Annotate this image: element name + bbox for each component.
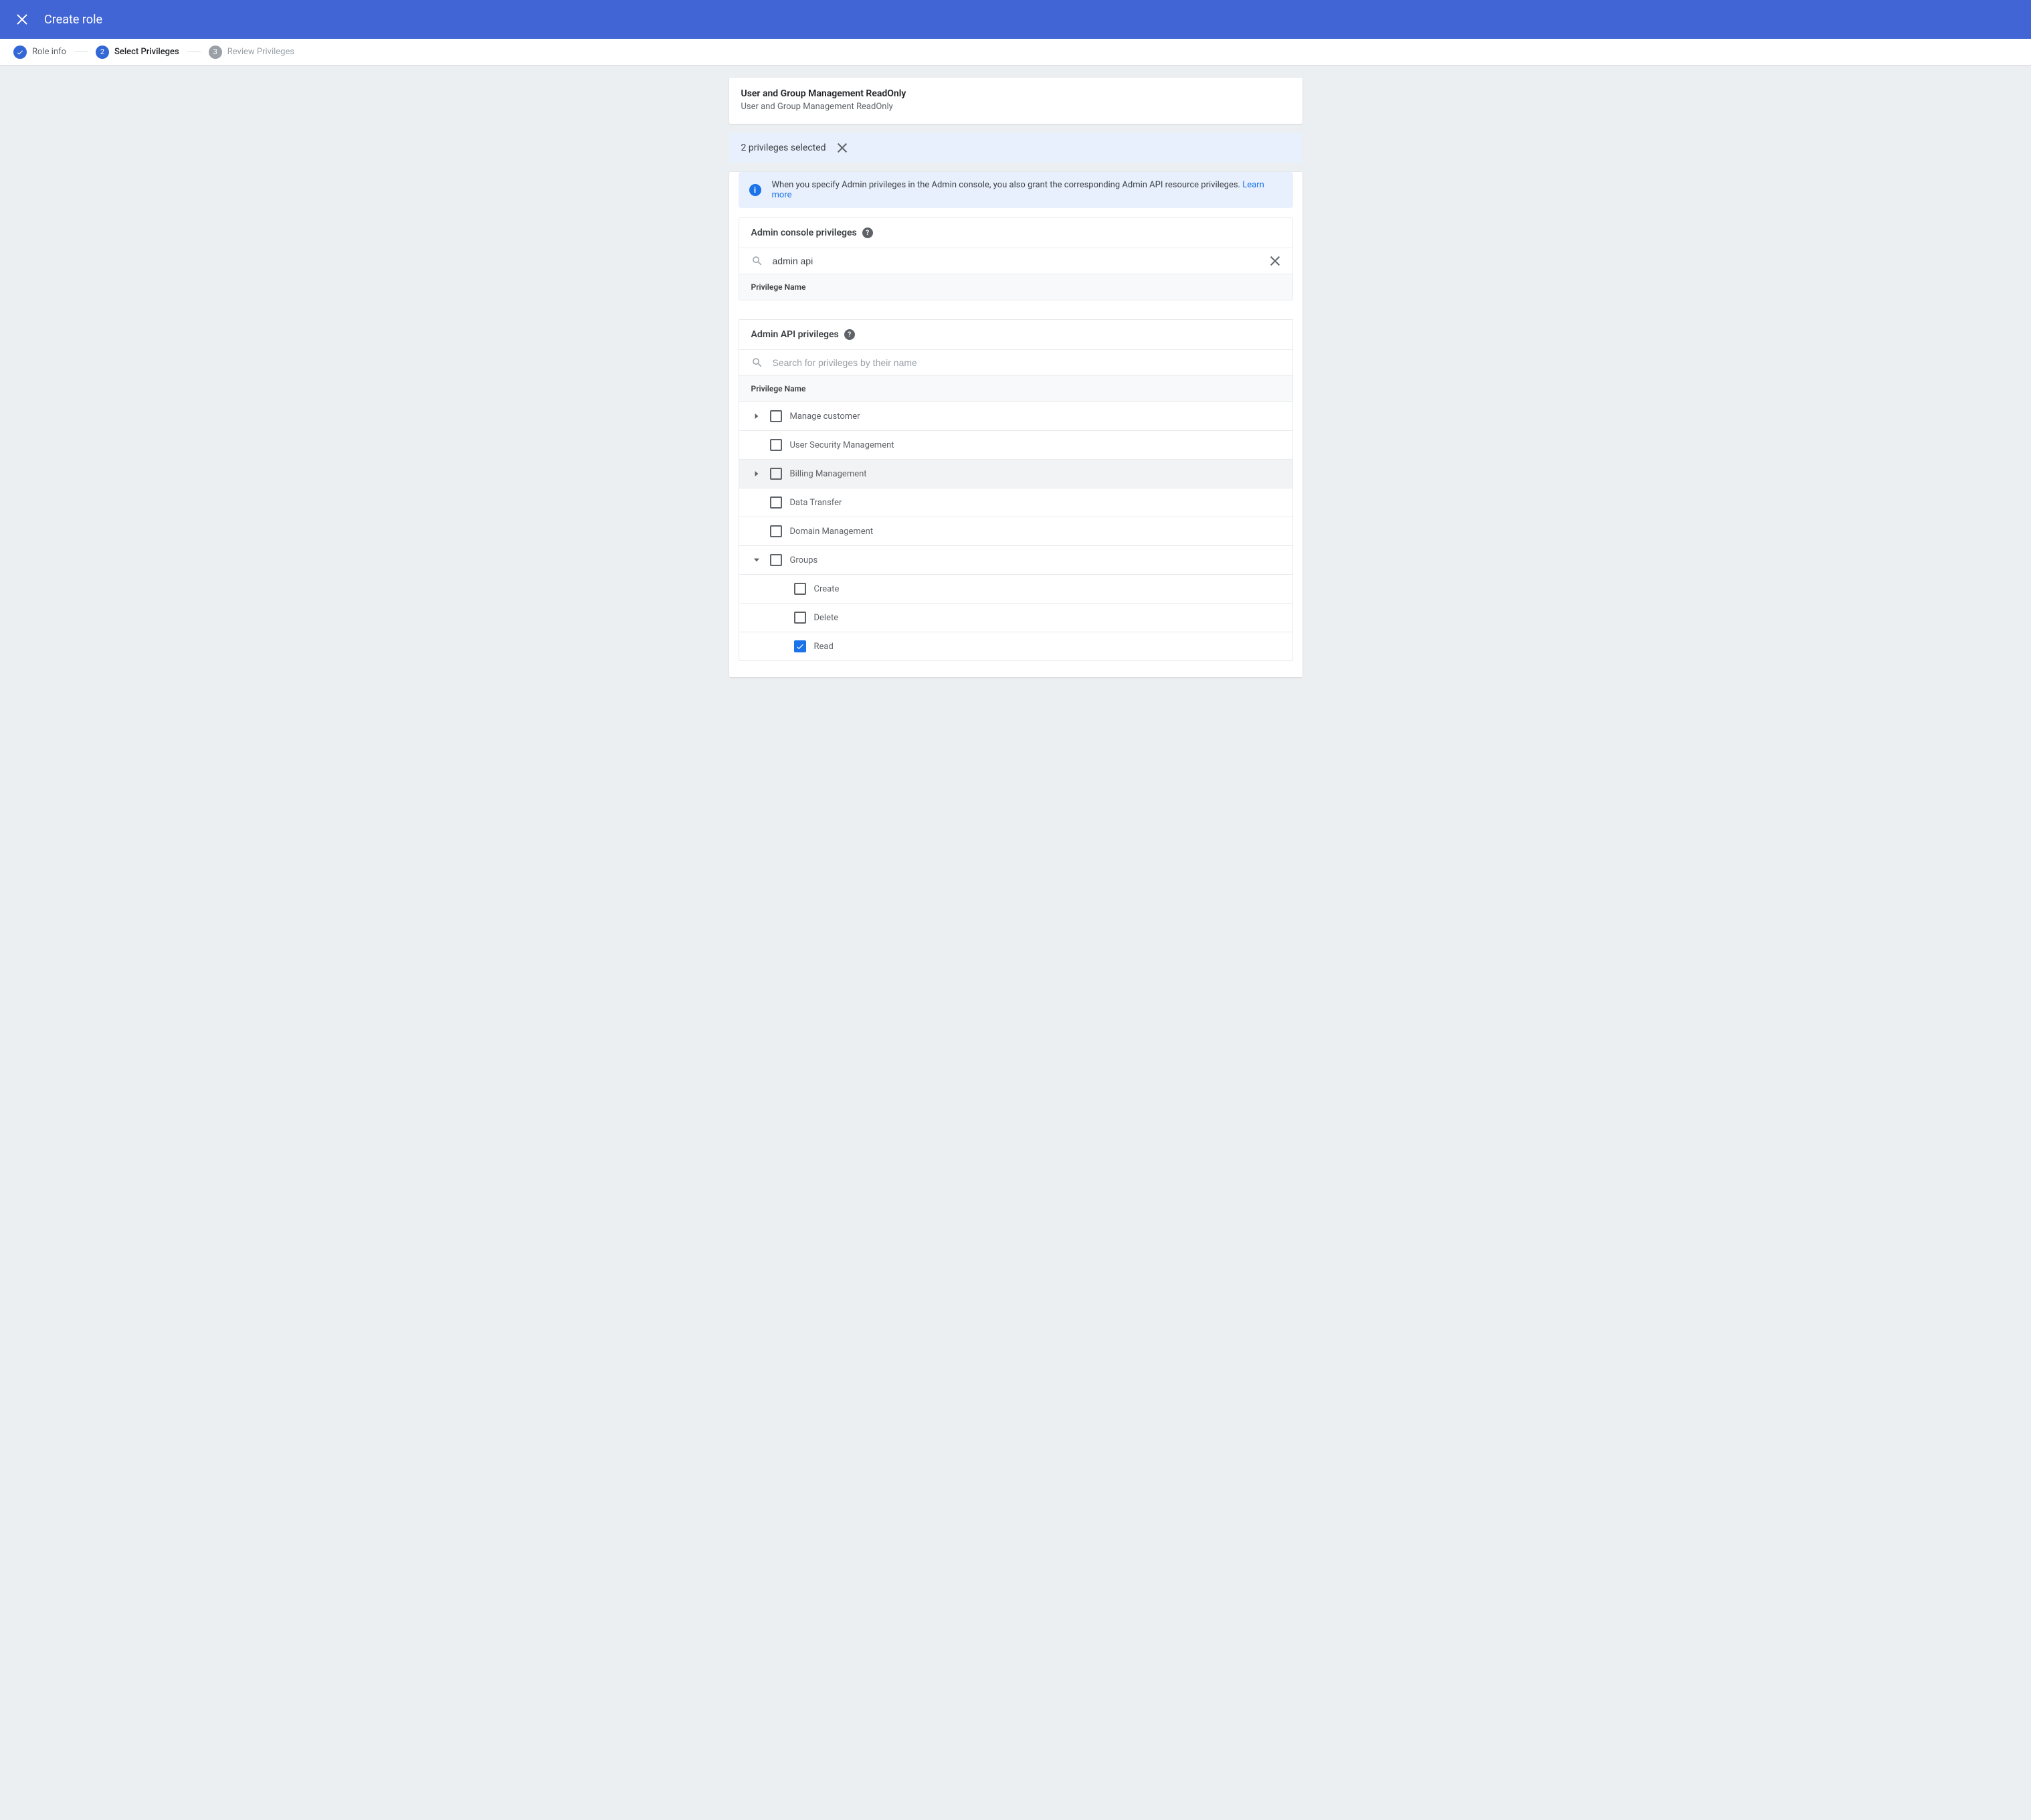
step-label: Role info (32, 47, 66, 57)
step-select-privileges[interactable]: 2 Select Privileges (96, 46, 179, 59)
privilege-label: Read (814, 642, 834, 652)
role-name: User and Group Management ReadOnly (741, 88, 1290, 99)
info-banner: When you specify Admin privileges in the… (739, 172, 1293, 208)
stepper: Role info 2 Select Privileges 3 Review P… (0, 39, 2031, 66)
privilege-checkbox[interactable] (770, 410, 782, 422)
privilege-label: Data Transfer (790, 498, 842, 508)
search-icon (751, 357, 763, 369)
info-text: When you specify Admin privileges in the… (772, 180, 1243, 190)
chevron-down-icon[interactable] (751, 555, 762, 565)
step-number-icon: 3 (209, 46, 222, 59)
privilege-checkbox[interactable] (794, 640, 806, 652)
privilege-checkbox[interactable] (770, 496, 782, 509)
privilege-checkbox[interactable] (770, 439, 782, 451)
privilege-checkbox[interactable] (794, 583, 806, 595)
column-header: Privilege Name (739, 274, 1292, 300)
console-search-row (739, 248, 1292, 274)
privilege-label: Billing Management (790, 469, 867, 479)
api-privilege-list: Manage customer User Security Management B… (739, 402, 1292, 660)
privilege-checkbox[interactable] (770, 468, 782, 480)
selection-count: 2 privileges selected (741, 143, 826, 153)
chevron-right-icon[interactable] (751, 468, 762, 479)
console-privileges-section: Admin console privileges Privilege Name (739, 217, 1293, 300)
step-number-icon: 2 (96, 46, 109, 59)
api-search-row (739, 350, 1292, 376)
privilege-label: Manage customer (790, 412, 860, 422)
privilege-checkbox[interactable] (770, 554, 782, 566)
privilege-checkbox[interactable] (794, 612, 806, 624)
console-search-input[interactable] (773, 256, 1260, 266)
privilege-row[interactable]: Domain Management (739, 517, 1292, 546)
privilege-row[interactable]: User Security Management (739, 431, 1292, 460)
privileges-card: When you specify Admin privileges in the… (729, 172, 1302, 677)
page-title: Create role (44, 13, 102, 27)
privilege-row[interactable]: Manage customer (739, 402, 1292, 431)
step-review-privileges[interactable]: 3 Review Privileges (209, 46, 294, 59)
help-icon[interactable] (862, 227, 873, 238)
privilege-label: Groups (790, 555, 818, 565)
step-role-info[interactable]: Role info (13, 46, 66, 59)
selection-bar: 2 privileges selected (729, 133, 1302, 163)
api-section-title: Admin API privileges (751, 329, 839, 340)
privilege-checkbox[interactable] (770, 525, 782, 537)
api-privileges-section: Admin API privileges Privilege Name Mana… (739, 319, 1293, 661)
clear-selection-icon[interactable] (837, 143, 848, 153)
role-description: User and Group Management ReadOnly (741, 102, 1290, 112)
privilege-row[interactable]: Read (739, 632, 1292, 660)
privilege-row[interactable]: Create (739, 575, 1292, 604)
privilege-row[interactable]: Data Transfer (739, 488, 1292, 517)
console-section-title: Admin console privileges (751, 227, 857, 238)
search-icon (751, 255, 763, 267)
close-icon[interactable] (16, 13, 28, 25)
help-icon[interactable] (844, 329, 855, 340)
clear-search-icon[interactable] (1270, 256, 1280, 266)
step-label: Select Privileges (114, 47, 179, 57)
privilege-label: Delete (814, 613, 839, 623)
column-header: Privilege Name (739, 376, 1292, 402)
privilege-label: User Security Management (790, 440, 894, 450)
role-header-card: User and Group Management ReadOnly User … (729, 78, 1302, 124)
privilege-row[interactable]: Billing Management (739, 460, 1292, 488)
top-bar: Create role (0, 0, 2031, 39)
step-label: Review Privileges (227, 47, 294, 57)
api-search-input[interactable] (773, 357, 1280, 368)
privilege-row[interactable]: Delete (739, 604, 1292, 632)
privilege-row[interactable]: Groups (739, 546, 1292, 575)
info-icon (749, 184, 761, 196)
privilege-label: Create (814, 584, 840, 594)
check-icon (13, 46, 27, 59)
privilege-label: Domain Management (790, 527, 874, 537)
chevron-right-icon[interactable] (751, 411, 762, 422)
